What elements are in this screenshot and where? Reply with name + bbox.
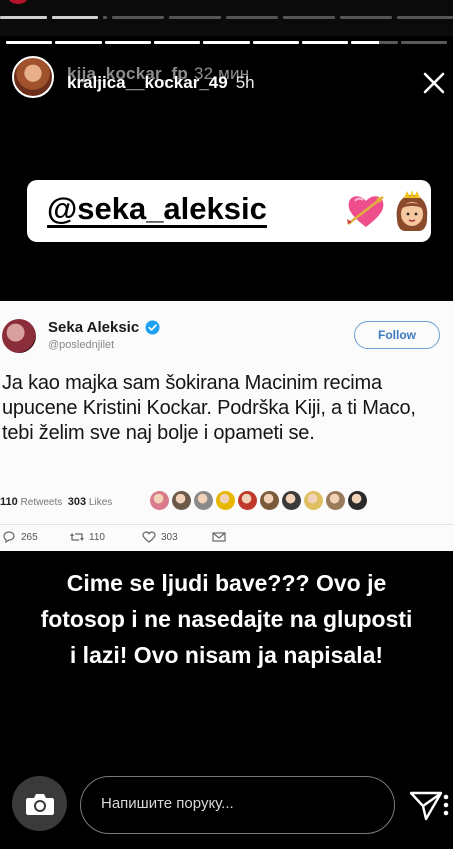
likes-label: Likes xyxy=(88,497,113,508)
mention-text[interactable]: @seka_aleksic xyxy=(47,193,267,228)
mention-sticker[interactable]: @seka_aleksic xyxy=(27,180,431,242)
previous-progress-segment xyxy=(283,16,335,19)
message-placeholder[interactable]: Напишите поруку... xyxy=(101,795,234,812)
previous-progress-segment xyxy=(340,16,392,19)
progress-segment xyxy=(55,41,102,44)
liker-avatar xyxy=(260,491,279,510)
liker-avatar xyxy=(326,491,345,510)
liker-avatar xyxy=(216,491,235,510)
progress-segment xyxy=(400,41,447,44)
liker-avatar xyxy=(194,491,213,510)
reply-count: 265 xyxy=(21,531,38,543)
verified-badge-icon xyxy=(145,320,160,335)
camera-icon xyxy=(25,793,54,815)
retweet-icon xyxy=(70,533,84,541)
tweet-text: Ja kao majka sam šokirana Macinim recima… xyxy=(2,372,416,444)
previous-progress-segment xyxy=(103,16,107,19)
tweet-author-name: Seka Aleksic xyxy=(48,319,140,336)
previous-progress-segment xyxy=(169,16,221,19)
retweet-count: 110 xyxy=(89,531,105,543)
story-progress-bar xyxy=(6,41,447,44)
dm-action xyxy=(212,531,226,543)
princess-icon xyxy=(396,190,428,231)
previous-progress-segment xyxy=(112,16,164,19)
retweets-count: 110 xyxy=(0,496,18,508)
heart-with-arrow-icon xyxy=(347,196,384,227)
progress-segment xyxy=(203,41,250,44)
story-time: 5h xyxy=(235,73,255,92)
liker-avatar xyxy=(348,491,367,510)
camera-button[interactable] xyxy=(12,776,67,831)
previous-progress-segment xyxy=(226,16,278,19)
progress-segment xyxy=(153,41,201,44)
progress-segment xyxy=(6,41,53,44)
tweet-divider xyxy=(0,524,453,525)
liker-avatar xyxy=(150,491,169,510)
tweet-stats: 110 Retweets 303 Likes xyxy=(0,496,112,508)
message-input[interactable]: Напишите поруку... xyxy=(80,776,449,834)
liker-avatar xyxy=(282,491,301,510)
send-icon[interactable] xyxy=(409,790,443,822)
progress-segment xyxy=(301,41,349,44)
liker-avatars xyxy=(150,491,367,510)
story-caption: Cime se ljudi bave??? Ovo je fotosop i n… xyxy=(40,570,413,668)
liker-avatar xyxy=(172,491,191,510)
liker-avatar xyxy=(304,491,323,510)
story-screen: kija_kockar_fp 32 мин kraljica__kockar_49… xyxy=(0,0,453,849)
retweets-label: Retweets xyxy=(20,497,63,508)
tweet-handle: @poslednjilet xyxy=(48,339,115,351)
tweet-avatar xyxy=(2,319,36,353)
previous-progress-segment xyxy=(52,16,98,19)
tweet-screenshot: Seka Aleksic @poslednjilet Follow Ja kao… xyxy=(0,301,453,551)
close-icon[interactable] xyxy=(420,69,448,97)
likes-count: 303 xyxy=(67,496,87,508)
envelope-icon xyxy=(212,532,226,542)
username-text[interactable]: kraljica__kockar_49 xyxy=(67,73,228,92)
heart-icon xyxy=(142,531,156,543)
story-username[interactable]: kraljica__kockar_49 5h xyxy=(67,73,255,93)
previous-story-strip xyxy=(0,0,453,36)
previous-progress-segment xyxy=(0,16,47,19)
like-action: 303 xyxy=(142,531,178,543)
retweet-action: 110 xyxy=(70,531,105,543)
progress-segment xyxy=(104,41,151,44)
reply-icon xyxy=(3,531,15,543)
previous-progress-segment xyxy=(397,16,453,19)
avatar[interactable] xyxy=(12,56,54,98)
like-count: 303 xyxy=(161,531,178,543)
follow-button: Follow xyxy=(354,321,440,349)
reply-action: 265 xyxy=(2,531,38,543)
progress-segment xyxy=(252,41,299,44)
previous-story-avatar xyxy=(8,0,28,4)
progress-segment xyxy=(351,41,398,44)
liker-avatar xyxy=(238,491,257,510)
